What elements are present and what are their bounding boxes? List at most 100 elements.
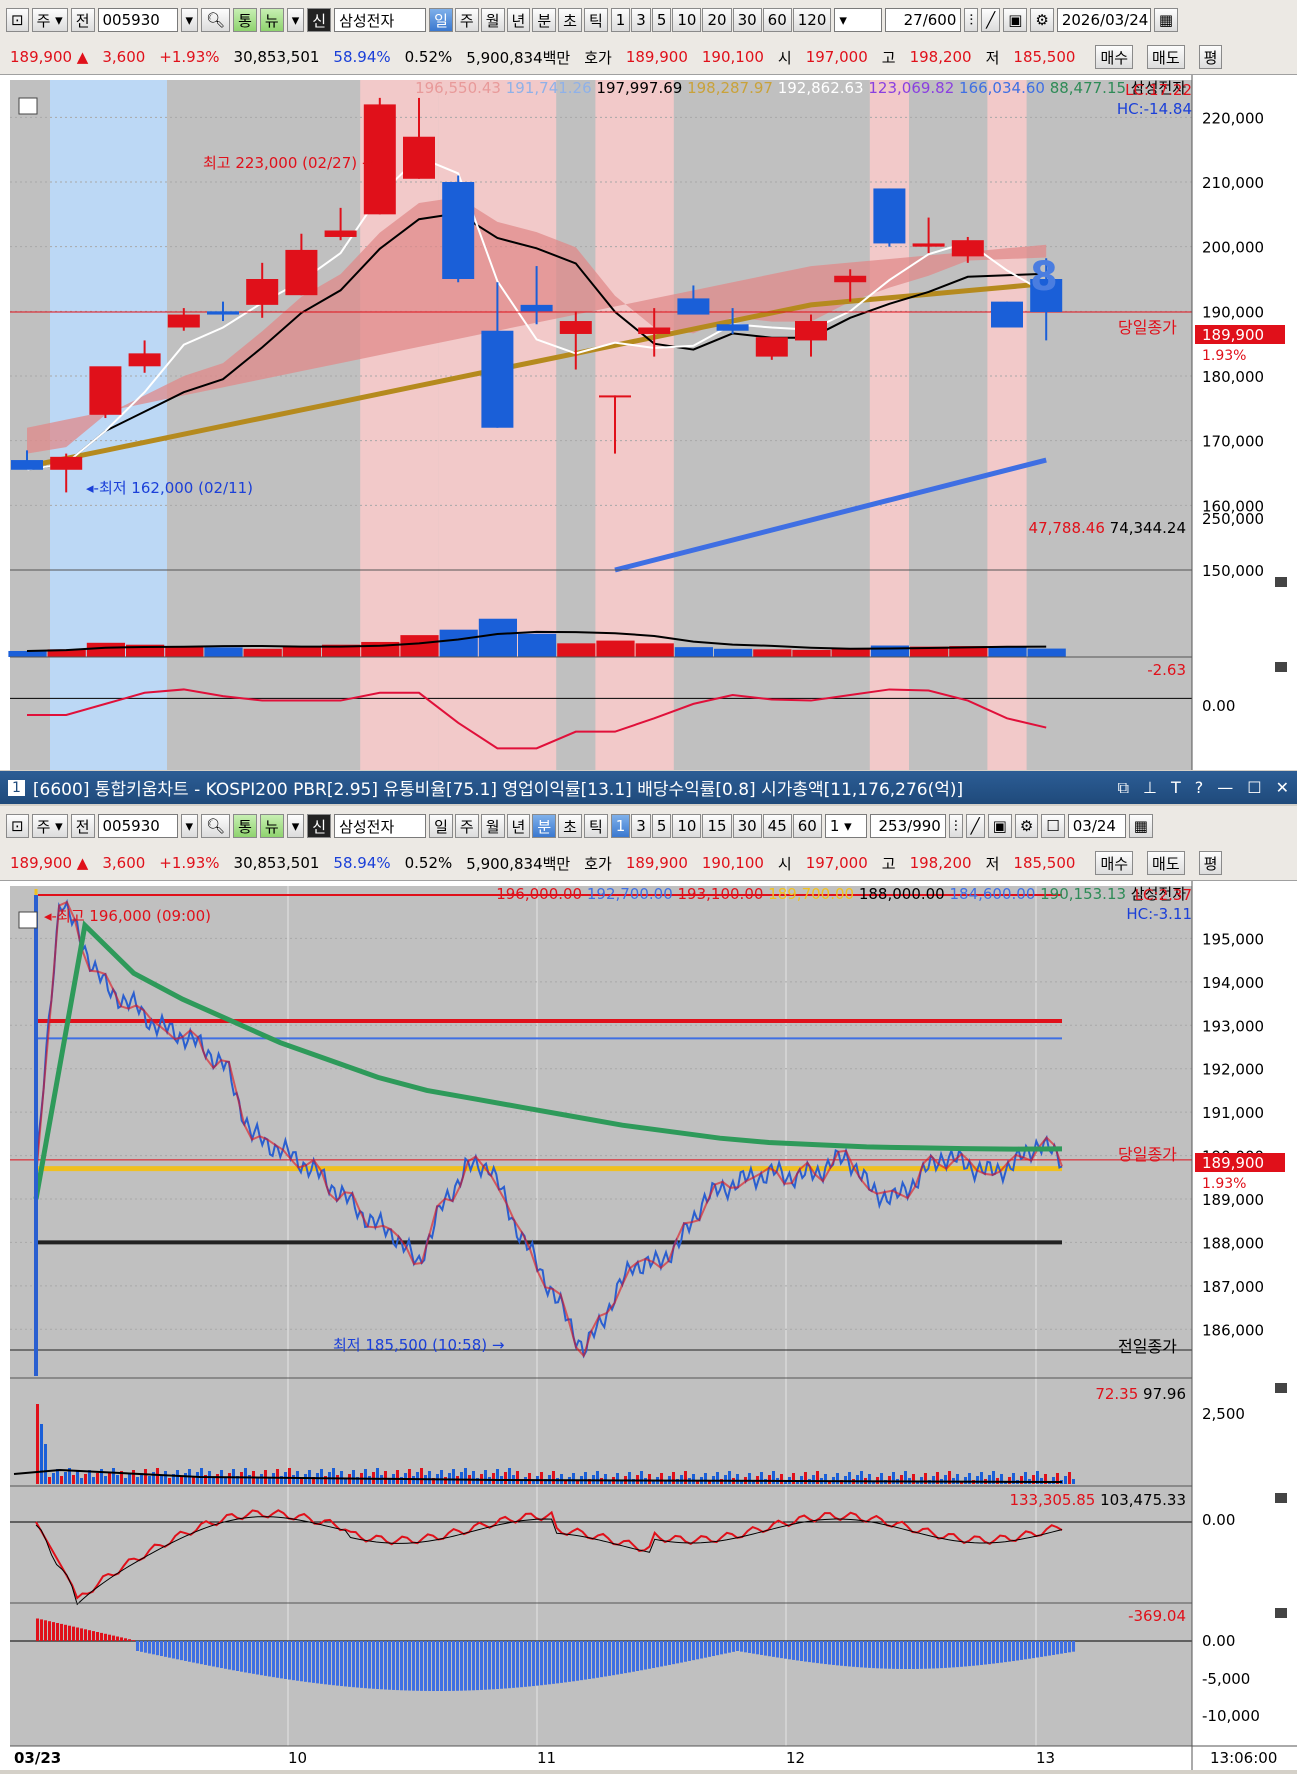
layout-icon[interactable]: ⧉ xyxy=(1118,778,1129,798)
buy-button[interactable]: 매수 xyxy=(1095,45,1134,69)
interval-button[interactable]: 60 xyxy=(792,814,822,838)
draw-line-icon[interactable]: ╱ xyxy=(981,8,1001,32)
tong-button[interactable]: 통 xyxy=(233,814,257,838)
buy-button[interactable]: 매수 xyxy=(1095,851,1134,875)
sin-button[interactable]: 신 xyxy=(307,8,332,32)
stock-name-field[interactable]: 삼성전자 xyxy=(334,8,427,32)
interval-button[interactable]: 1 xyxy=(610,8,631,32)
search-icon[interactable]: 🔍︎ xyxy=(201,8,231,32)
interval-button[interactable]: 30 xyxy=(732,814,762,838)
code-input[interactable]: 005930 xyxy=(97,8,178,32)
interval-button[interactable]: 5 xyxy=(651,814,672,838)
close-pane-icon[interactable] xyxy=(1275,577,1287,587)
period-tab[interactable]: 일 xyxy=(429,814,453,838)
period-tab[interactable]: 주 xyxy=(454,8,479,32)
period-tab[interactable]: 주 xyxy=(454,814,479,838)
dropdown-icon[interactable]: ▾ xyxy=(286,814,305,838)
volume-bar xyxy=(836,1473,839,1484)
period-tab[interactable]: 틱 xyxy=(583,8,608,32)
interval-button[interactable]: 60 xyxy=(762,8,792,32)
daily-chart-panel[interactable]: 220,000 210,000 200,000 190,000 180,000 170,0… xyxy=(0,75,1297,770)
calendar-icon[interactable]: ▦ xyxy=(1153,8,1179,32)
period-tab[interactable]: 분 xyxy=(532,8,557,32)
close-icon[interactable]: ✕ xyxy=(1276,778,1289,798)
minute-chart[interactable]: 195,000194,000193,000192,000191,000190,0… xyxy=(0,881,1297,1770)
save-icon[interactable]: ▣ xyxy=(987,814,1012,838)
close-pane-icon[interactable] xyxy=(1275,662,1287,672)
dropdown-icon[interactable]: ▾ xyxy=(180,814,199,838)
grid-icon[interactable] xyxy=(18,911,38,929)
interval-button[interactable]: 10 xyxy=(672,814,702,838)
screen-link-icon[interactable]: ⊡ xyxy=(6,814,29,838)
interval-button[interactable]: 3 xyxy=(631,814,651,838)
period-tab[interactable]: 분 xyxy=(532,814,557,838)
histogram-bar xyxy=(356,1641,359,1688)
dropdown-icon[interactable]: ▾ xyxy=(286,8,305,32)
interval-select[interactable]: 1 ▾ xyxy=(824,814,867,838)
minimize-icon[interactable]: — xyxy=(1217,778,1233,798)
period-tab[interactable]: 월 xyxy=(480,8,505,32)
count-field[interactable]: 27/600 xyxy=(885,8,962,32)
period-tab[interactable]: 초 xyxy=(558,814,582,838)
interval-button[interactable]: 5 xyxy=(651,8,672,32)
date-field[interactable]: 03/24 xyxy=(1067,814,1126,838)
interval-button[interactable]: 45 xyxy=(762,814,792,838)
close-pane-icon[interactable] xyxy=(1275,1383,1287,1393)
custom-interval-field[interactable]: ▾ xyxy=(834,8,883,32)
interval-button[interactable]: 20 xyxy=(702,8,732,32)
candle-icon[interactable]: ⫶ xyxy=(948,814,963,838)
period-tab[interactable]: 월 xyxy=(480,814,505,838)
histogram-bar xyxy=(1072,1641,1075,1652)
window-title-bar[interactable]: 1 [6600] 통합키움차트 - KOSPI200 PBR[2.95] 유통비… xyxy=(0,771,1297,804)
gear-icon[interactable]: ⚙ xyxy=(1014,814,1039,838)
interval-button[interactable]: 15 xyxy=(702,814,732,838)
close-pane-icon[interactable] xyxy=(1275,1493,1287,1503)
text-icon[interactable]: T xyxy=(1171,778,1181,798)
help-icon[interactable]: ? xyxy=(1195,778,1204,798)
prev-button[interactable]: 전 xyxy=(70,8,95,32)
candle-body xyxy=(481,330,514,428)
interval-button[interactable]: 10 xyxy=(672,8,702,32)
interval-button[interactable]: 120 xyxy=(792,8,832,32)
calendar-icon[interactable]: ▦ xyxy=(1128,814,1153,838)
code-input[interactable]: 005930 xyxy=(97,814,178,838)
close-pane-icon[interactable] xyxy=(1275,1608,1287,1618)
tong-button[interactable]: 통 xyxy=(233,8,257,32)
minute-chart-panel[interactable]: 195,000194,000193,000192,000191,000190,0… xyxy=(0,881,1297,1770)
period-tab[interactable]: 틱 xyxy=(583,814,608,838)
gear-icon[interactable]: ⚙ xyxy=(1030,8,1054,32)
sin-button[interactable]: 신 xyxy=(307,814,332,838)
period-tab[interactable]: 초 xyxy=(558,8,582,32)
screen-link-icon[interactable]: ⊡ xyxy=(6,8,29,32)
volume-bar xyxy=(572,1473,575,1484)
grid-icon[interactable] xyxy=(18,97,38,115)
pin-icon[interactable]: ⊥ xyxy=(1143,778,1157,798)
stock-name-field[interactable]: 삼성전자 xyxy=(334,814,427,838)
checkbox-icon[interactable]: ☐ xyxy=(1041,814,1065,838)
period-tab[interactable]: 년 xyxy=(506,8,531,32)
interval-button[interactable]: 1 xyxy=(610,814,631,838)
maximize-icon[interactable]: ☐ xyxy=(1247,778,1261,798)
flat-button[interactable]: 평 xyxy=(1198,45,1223,69)
news-button[interactable]: 뉴 xyxy=(259,814,284,838)
period-tab[interactable]: 일 xyxy=(429,8,453,32)
search-icon[interactable]: 🔍︎ xyxy=(201,814,231,838)
type-select[interactable]: 주 ▾ xyxy=(31,814,68,838)
sell-button[interactable]: 매도 xyxy=(1147,851,1185,875)
type-select[interactable]: 주 ▾ xyxy=(31,8,68,32)
low-annotation: 최저 185,500 (10:58) → xyxy=(333,1336,504,1354)
dropdown-icon[interactable]: ▾ xyxy=(180,8,199,32)
candle-icon[interactable]: ⫶ xyxy=(964,8,979,32)
save-icon[interactable]: ▣ xyxy=(1003,8,1028,32)
news-button[interactable]: 뉴 xyxy=(259,8,284,32)
flat-button[interactable]: 평 xyxy=(1198,851,1223,875)
date-field[interactable]: 2026/03/24 xyxy=(1056,8,1151,32)
interval-button[interactable]: 30 xyxy=(732,8,762,32)
interval-button[interactable]: 3 xyxy=(631,8,651,32)
prev-button[interactable]: 전 xyxy=(70,814,95,838)
draw-line-icon[interactable]: ╱ xyxy=(965,814,985,838)
period-tab[interactable]: 년 xyxy=(506,814,531,838)
sell-button[interactable]: 매도 xyxy=(1147,45,1185,69)
count-field[interactable]: 253/990 xyxy=(869,814,946,838)
daily-chart[interactable]: 220,000 210,000 200,000 190,000 180,000 170,0… xyxy=(0,75,1297,770)
